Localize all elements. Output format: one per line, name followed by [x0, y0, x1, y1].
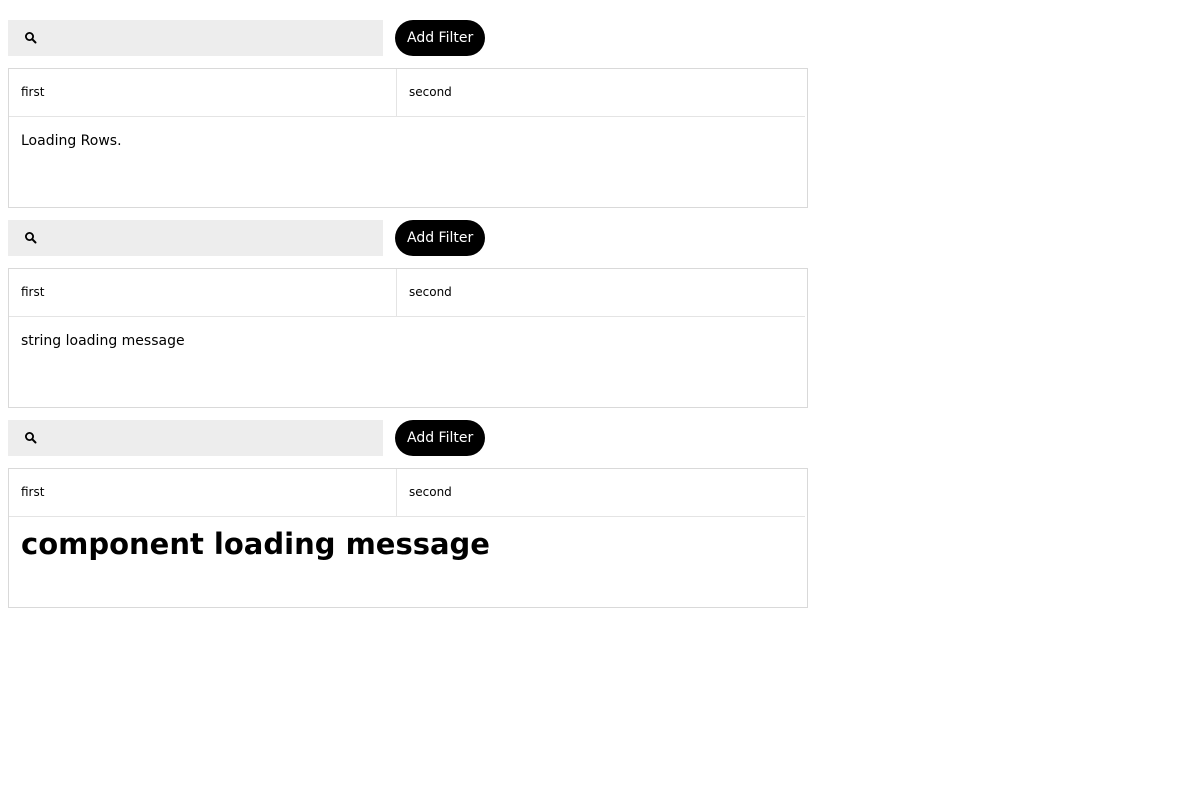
data-grid: first second string loading message	[8, 268, 808, 408]
column-header-second[interactable]: second	[397, 69, 805, 116]
search-box[interactable]	[8, 220, 383, 256]
search-input[interactable]	[44, 420, 374, 456]
search-icon	[25, 32, 37, 44]
grid-header: first second	[9, 69, 805, 117]
table-section-2: Add Filter first second string loading m…	[8, 220, 808, 408]
search-box[interactable]	[8, 420, 383, 456]
toolbar: Add Filter	[8, 20, 808, 56]
loading-message: component loading message	[21, 527, 490, 561]
column-header-second[interactable]: second	[397, 269, 805, 316]
table-section-1: Add Filter first second Loading Rows.	[8, 20, 808, 208]
add-filter-button[interactable]: Add Filter	[395, 220, 486, 256]
column-header-first[interactable]: first	[9, 69, 397, 116]
toolbar: Add Filter	[8, 220, 808, 256]
grid-header: first second	[9, 469, 805, 517]
data-grid: first second Loading Rows.	[8, 68, 808, 208]
search-input[interactable]	[44, 220, 374, 256]
grid-header: first second	[9, 269, 805, 317]
add-filter-button[interactable]: Add Filter	[395, 20, 486, 56]
table-section-3: Add Filter first second component loadin…	[8, 420, 808, 608]
search-icon	[25, 232, 37, 244]
loading-message: string loading message	[21, 333, 185, 349]
search-input[interactable]	[44, 20, 374, 56]
loading-message: Loading Rows.	[21, 133, 122, 149]
add-filter-button[interactable]: Add Filter	[395, 420, 486, 456]
column-header-second[interactable]: second	[397, 469, 805, 516]
column-header-first[interactable]: first	[9, 269, 397, 316]
column-header-first[interactable]: first	[9, 469, 397, 516]
data-grid: first second component loading message	[8, 468, 808, 608]
toolbar: Add Filter	[8, 420, 808, 456]
search-icon	[25, 432, 37, 444]
search-box[interactable]	[8, 20, 383, 56]
